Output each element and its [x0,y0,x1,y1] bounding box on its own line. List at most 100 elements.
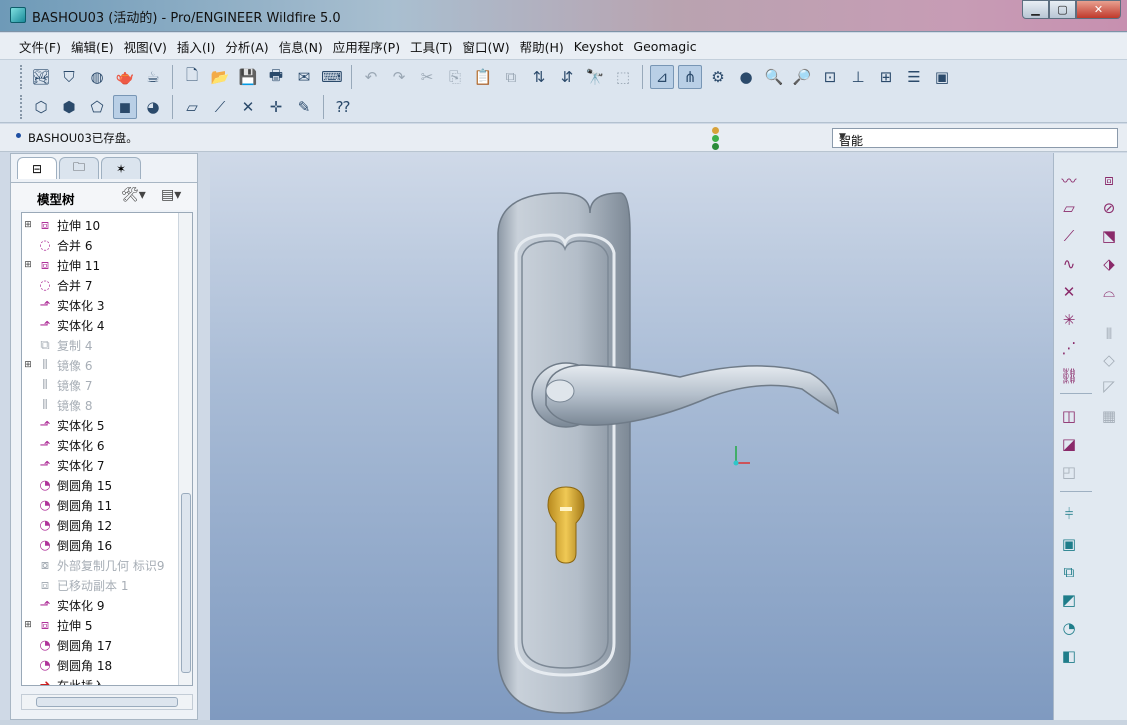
tree-item[interactable]: ⬏ 实体化 7 [22,455,182,475]
chamfer-icon[interactable]: ◧ [1058,645,1080,667]
teapot-color-icon[interactable]: ☕ [141,65,165,89]
zoom-out-icon[interactable]: 🔎 [790,65,814,89]
tree-item[interactable]: ◔ 倒圆角 15 [22,475,182,495]
saved-views-icon[interactable]: ⊞ [874,65,898,89]
tree-item[interactable]: ⊞ ⫴ 镜像 6 [22,355,182,375]
expand-plus-icon[interactable]: ⊞ [22,620,34,630]
blend-icon[interactable]: ⬗ [1098,253,1120,275]
toolbar-grip[interactable] [20,95,23,119]
save-icon[interactable]: 💾 [236,65,260,89]
tree-item[interactable]: ⧉ 复制 4 [22,335,182,355]
zoom-in-icon[interactable]: 🔍 [762,65,786,89]
enhanced-realism-icon[interactable]: ◕ [141,95,165,119]
minimize-button[interactable]: ▁ [1022,0,1049,19]
mirror-tool-icon[interactable]: ⫴ [1098,323,1120,345]
sweep-icon[interactable]: ⬔ [1098,225,1120,247]
toolbar-grip[interactable] [20,65,23,89]
reorient-icon[interactable]: ⊥ [846,65,870,89]
selection-filter-dropdown[interactable]: 智能 ▼ [832,128,1118,148]
annotation-feature-icon[interactable]: ◪ [1058,433,1080,455]
rib-icon[interactable]: ⧉ [1058,561,1080,583]
globe-icon[interactable]: ◍ [85,65,109,89]
coordinate-system-icon[interactable]: ✳ [1058,309,1080,331]
tree-item[interactable]: ◌ 合并 7 [22,275,182,295]
datum-axis-display-icon[interactable]: ⟋ [208,95,232,119]
analysis-feature-icon[interactable]: ⋰ [1058,337,1080,359]
wireframe-icon[interactable]: ⬡ [29,95,53,119]
scrollbar-thumb[interactable] [181,493,191,673]
expand-plus-icon[interactable]: ⊞ [22,220,34,230]
menu-window[interactable]: 窗口(W) [457,37,514,56]
sketch-icon[interactable]: 〰 [1058,169,1080,191]
tree-item[interactable]: ⬏ 实体化 3 [22,295,182,315]
view-manager-icon[interactable]: ⚙ [706,65,730,89]
tree-vertical-scrollbar[interactable] [178,213,192,685]
menu-analysis[interactable]: 分析(A) [220,37,273,56]
email-link-icon[interactable]: ⌨ [320,65,344,89]
tree-item[interactable]: ◔ 倒圆角 11 [22,495,182,515]
menu-file[interactable]: 文件(F) [14,37,66,56]
tab-favorites[interactable]: ✶ [101,157,141,179]
tab-folder-browser[interactable]: 🗀 [59,157,99,179]
tree-horizontal-scrollbar[interactable] [21,694,193,710]
tree-item[interactable]: ⊞ ⧈ 拉伸 10 [22,215,182,235]
maximize-button[interactable]: ▢ [1049,0,1076,19]
scrollbar-thumb[interactable] [36,697,178,707]
close-button[interactable]: ✕ [1076,0,1121,19]
tree-item[interactable]: ➜ 在此插入 [22,675,182,686]
shading-sphere-icon[interactable]: ● [734,65,758,89]
tree-item[interactable]: ⊞ ⧈ 拉伸 11 [22,255,182,275]
setup-layer-icon[interactable]: ▣ [930,65,954,89]
pattern-icon[interactable]: ▦ [1098,405,1120,427]
datum-point-icon[interactable]: ✕ [1058,281,1080,303]
datum-point-display-icon[interactable]: ✕ [236,95,260,119]
menu-geomagic[interactable]: Geomagic [628,39,701,54]
select-box-icon[interactable]: ⬚ [611,65,635,89]
find-icon[interactable]: 🔭 [583,65,607,89]
paste-special-icon[interactable]: ⧉ [499,65,523,89]
annotation-element-icon[interactable]: ◰ [1058,461,1080,483]
tree-item[interactable]: ◔ 倒圆角 12 [22,515,182,535]
expand-plus-icon[interactable]: ⊞ [22,260,34,270]
tree-item[interactable]: ⊞ ⧈ 拉伸 5 [22,615,182,635]
tree-item[interactable]: ⬏ 实体化 6 [22,435,182,455]
settings-tools-icon[interactable]: 🛠▾ [121,187,146,203]
paste-icon[interactable]: 📋 [471,65,495,89]
spin-center-icon[interactable]: ⊿ [650,65,674,89]
chevron-down-icon[interactable]: ▼ [839,132,1113,142]
boundary-blend-icon[interactable]: ⌓ [1098,281,1120,303]
refit-icon[interactable]: ⊡ [818,65,842,89]
print-icon[interactable]: 🖶 [264,65,288,89]
graphics-viewport[interactable] [210,153,1053,720]
tree-item[interactable]: ⬏ 实体化 4 [22,315,182,335]
context-help-icon[interactable]: ⁇ [331,95,355,119]
coordinate-system-display-icon[interactable]: ✛ [264,95,288,119]
revolve-icon[interactable]: ⊘ [1098,197,1120,219]
round-tool-icon[interactable]: ◔ [1058,617,1080,639]
tree-item[interactable]: ◔ 倒圆角 16 [22,535,182,555]
render-icon[interactable]: 🏞 [29,65,53,89]
tree-item[interactable]: ⫴ 镜像 7 [22,375,182,395]
tab-model-tree[interactable]: ⊟ [17,157,57,179]
datum-plane-icon[interactable]: ▱ [1058,197,1080,219]
extrude-tool-icon[interactable]: ⧈ [1098,169,1120,191]
menu-view[interactable]: 视图(V) [119,37,172,56]
regenerate-icon[interactable]: ⇅ [527,65,551,89]
cut-icon[interactable]: ✂ [415,65,439,89]
menu-tools[interactable]: 工具(T) [405,37,457,56]
expand-plus-icon[interactable]: ⊞ [22,360,34,370]
annotation-icon[interactable]: ◫ [1058,405,1080,427]
tree-item[interactable]: ⫴ 镜像 8 [22,395,182,415]
draft-icon[interactable]: ◩ [1058,589,1080,611]
hidden-line-icon[interactable]: ⬢ [57,95,81,119]
tree-item[interactable]: ⬏ 实体化 5 [22,415,182,435]
layers-icon[interactable]: ☰ [902,65,926,89]
tree-item[interactable]: ◔ 倒圆角 17 [22,635,182,655]
menu-help[interactable]: 帮助(H) [515,37,569,56]
email-icon[interactable]: ✉ [292,65,316,89]
tree-item[interactable]: ⧇ 外部复制几何 标识9 [22,555,182,575]
undo-icon[interactable]: ↶ [359,65,383,89]
menu-keyshot[interactable]: Keyshot [569,39,629,54]
regenerate-manager-icon[interactable]: ⇵ [555,65,579,89]
no-hidden-icon[interactable]: ⬠ [85,95,109,119]
